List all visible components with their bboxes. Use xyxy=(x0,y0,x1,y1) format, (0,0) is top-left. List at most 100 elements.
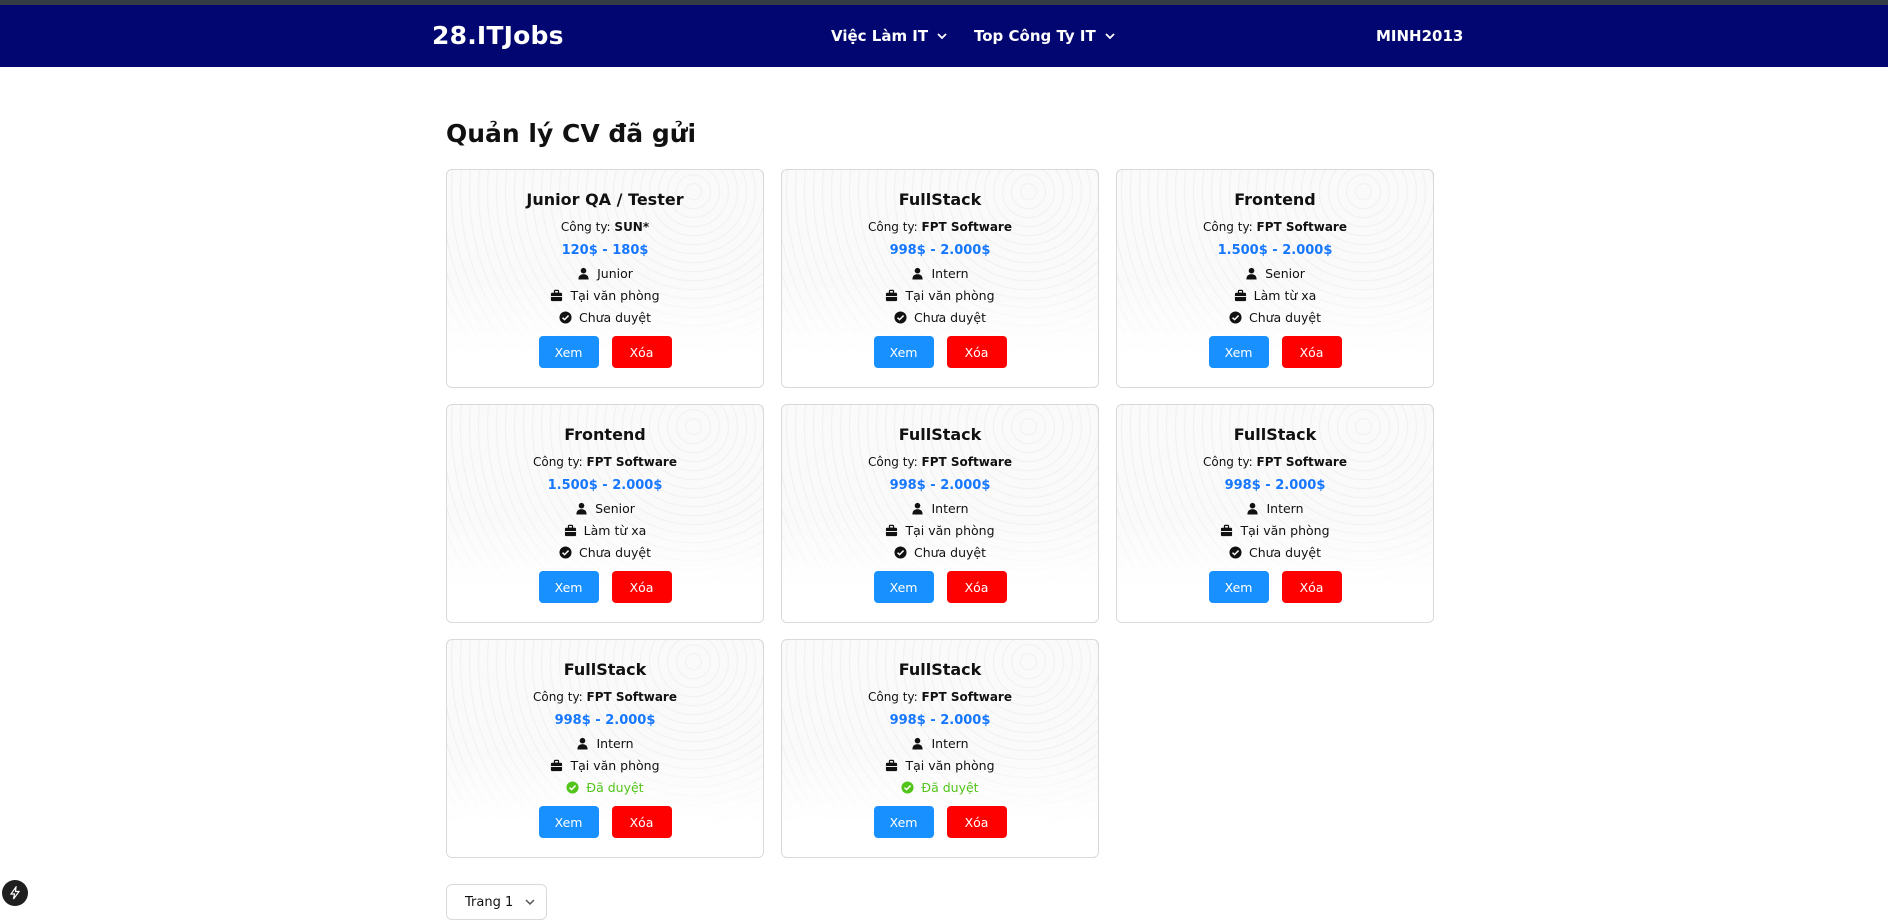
company-name: FPT Software xyxy=(1256,455,1347,469)
status-row: Đã duyệt xyxy=(782,779,1098,796)
status-row: Chưa duyệt xyxy=(447,309,763,326)
level-text: Intern xyxy=(931,266,969,281)
user-icon xyxy=(912,502,924,515)
level-text: Senior xyxy=(1265,266,1305,281)
status-text: Chưa duyệt xyxy=(913,545,987,560)
work-mode-text: Tại văn phòng xyxy=(905,288,995,303)
status-text: Đã duyệt xyxy=(921,780,979,795)
user-icon xyxy=(912,737,924,750)
job-title: FullStack xyxy=(898,190,982,209)
company-name: FPT Software xyxy=(586,455,677,469)
job-title: FullStack xyxy=(563,660,647,679)
level-text: Junior xyxy=(597,266,633,281)
briefcase-icon xyxy=(1221,524,1233,537)
card-actions: Xem Xóa xyxy=(782,571,1098,603)
view-button[interactable]: Xem xyxy=(538,336,599,368)
company-line: Công ty: FPT Software xyxy=(447,689,763,705)
work-mode-row: Tại văn phòng xyxy=(782,757,1098,774)
briefcase-icon xyxy=(1234,289,1246,302)
floating-action-button[interactable] xyxy=(2,880,28,906)
user-icon xyxy=(1247,502,1259,515)
delete-button[interactable]: Xóa xyxy=(611,571,672,603)
salary: 1.500$ - 2.000$ xyxy=(547,478,663,493)
delete-button[interactable]: Xóa xyxy=(611,806,672,838)
briefcase-icon xyxy=(886,289,898,302)
cv-card-grid: Junior QA / Tester Công ty: SUN* 120$ - … xyxy=(446,169,1434,858)
salary: 1.500$ - 2.000$ xyxy=(1217,243,1333,258)
salary: 120$ - 180$ xyxy=(561,243,649,258)
card-actions: Xem Xóa xyxy=(782,336,1098,368)
cv-card: Frontend Công ty: FPT Software 1.500$ - … xyxy=(1116,169,1434,388)
work-mode-row: Tại văn phòng xyxy=(1117,522,1433,539)
nav-jobs-dropdown[interactable]: Việc Làm IT xyxy=(831,27,948,45)
company-prefix: Công ty: xyxy=(867,455,922,469)
briefcase-icon xyxy=(886,524,898,537)
salary: 998$ - 2.000$ xyxy=(554,713,656,728)
status-row: Chưa duyệt xyxy=(782,544,1098,561)
salary: 998$ - 2.000$ xyxy=(889,243,991,258)
cv-card: FullStack Công ty: FPT Software 998$ - 2… xyxy=(781,639,1099,858)
delete-button[interactable]: Xóa xyxy=(946,806,1007,838)
page-select[interactable]: Trang 1 xyxy=(446,884,547,920)
status-text: Chưa duyệt xyxy=(578,310,652,325)
status-text: Chưa duyệt xyxy=(1248,310,1322,325)
status-row: Chưa duyệt xyxy=(447,544,763,561)
user-icon xyxy=(577,737,589,750)
check-circle-icon xyxy=(894,546,907,559)
delete-button[interactable]: Xóa xyxy=(611,336,672,368)
status-row: Đã duyệt xyxy=(447,779,763,796)
view-button[interactable]: Xem xyxy=(538,806,599,838)
check-circle-icon xyxy=(901,781,914,794)
check-circle-icon xyxy=(894,311,907,324)
view-button[interactable]: Xem xyxy=(873,571,934,603)
work-mode-row: Tại văn phòng xyxy=(782,287,1098,304)
user-icon xyxy=(578,267,589,280)
work-mode-text: Tại văn phòng xyxy=(570,758,660,773)
job-title: FullStack xyxy=(898,660,982,679)
briefcase-icon xyxy=(551,289,563,302)
delete-button[interactable]: Xóa xyxy=(946,571,1007,603)
cv-card: FullStack Công ty: FPT Software 998$ - 2… xyxy=(781,404,1099,623)
company-line: Công ty: FPT Software xyxy=(782,219,1098,235)
status-text: Đã duyệt xyxy=(586,780,644,795)
level-row: Intern xyxy=(1117,500,1433,517)
cv-card: Junior QA / Tester Công ty: SUN* 120$ - … xyxy=(446,169,764,388)
view-button[interactable]: Xem xyxy=(538,571,599,603)
nav-companies-dropdown[interactable]: Top Công Ty IT xyxy=(974,27,1116,45)
check-circle-icon xyxy=(1229,546,1242,559)
salary: 998$ - 2.000$ xyxy=(889,713,991,728)
view-button[interactable]: Xem xyxy=(1208,571,1269,603)
level-row: Intern xyxy=(782,735,1098,752)
status-row: Chưa duyệt xyxy=(1117,309,1433,326)
work-mode-row: Làm từ xa xyxy=(1117,287,1433,304)
company-prefix: Công ty: xyxy=(1202,455,1257,469)
level-row: Intern xyxy=(782,500,1098,517)
card-actions: Xem Xóa xyxy=(447,571,763,603)
level-row: Intern xyxy=(447,735,763,752)
view-button[interactable]: Xem xyxy=(873,336,934,368)
card-actions: Xem Xóa xyxy=(782,806,1098,838)
company-prefix: Công ty: xyxy=(867,690,922,704)
status-row: Chưa duyệt xyxy=(1117,544,1433,561)
cv-card: FullStack Công ty: FPT Software 998$ - 2… xyxy=(1116,404,1434,623)
delete-button[interactable]: Xóa xyxy=(1281,571,1342,603)
card-actions: Xem Xóa xyxy=(447,336,763,368)
check-circle-icon xyxy=(1229,311,1242,324)
level-text: Intern xyxy=(1266,501,1304,516)
company-line: Công ty: SUN* xyxy=(447,219,763,235)
user-menu[interactable]: MINH2013 xyxy=(1376,27,1463,45)
page-select-value: Trang 1 xyxy=(465,894,514,910)
work-mode-row: Tại văn phòng xyxy=(447,757,763,774)
work-mode-text: Tại văn phòng xyxy=(905,758,995,773)
briefcase-icon xyxy=(551,759,563,772)
company-name: FPT Software xyxy=(1256,220,1347,234)
site-logo[interactable]: 28.ITJobs xyxy=(432,21,564,50)
level-row: Intern xyxy=(782,265,1098,282)
company-line: Công ty: FPT Software xyxy=(782,454,1098,470)
check-circle-icon xyxy=(566,781,579,794)
view-button[interactable]: Xem xyxy=(1208,336,1269,368)
view-button[interactable]: Xem xyxy=(873,806,934,838)
delete-button[interactable]: Xóa xyxy=(1281,336,1342,368)
job-title: FullStack xyxy=(898,425,982,444)
delete-button[interactable]: Xóa xyxy=(946,336,1007,368)
